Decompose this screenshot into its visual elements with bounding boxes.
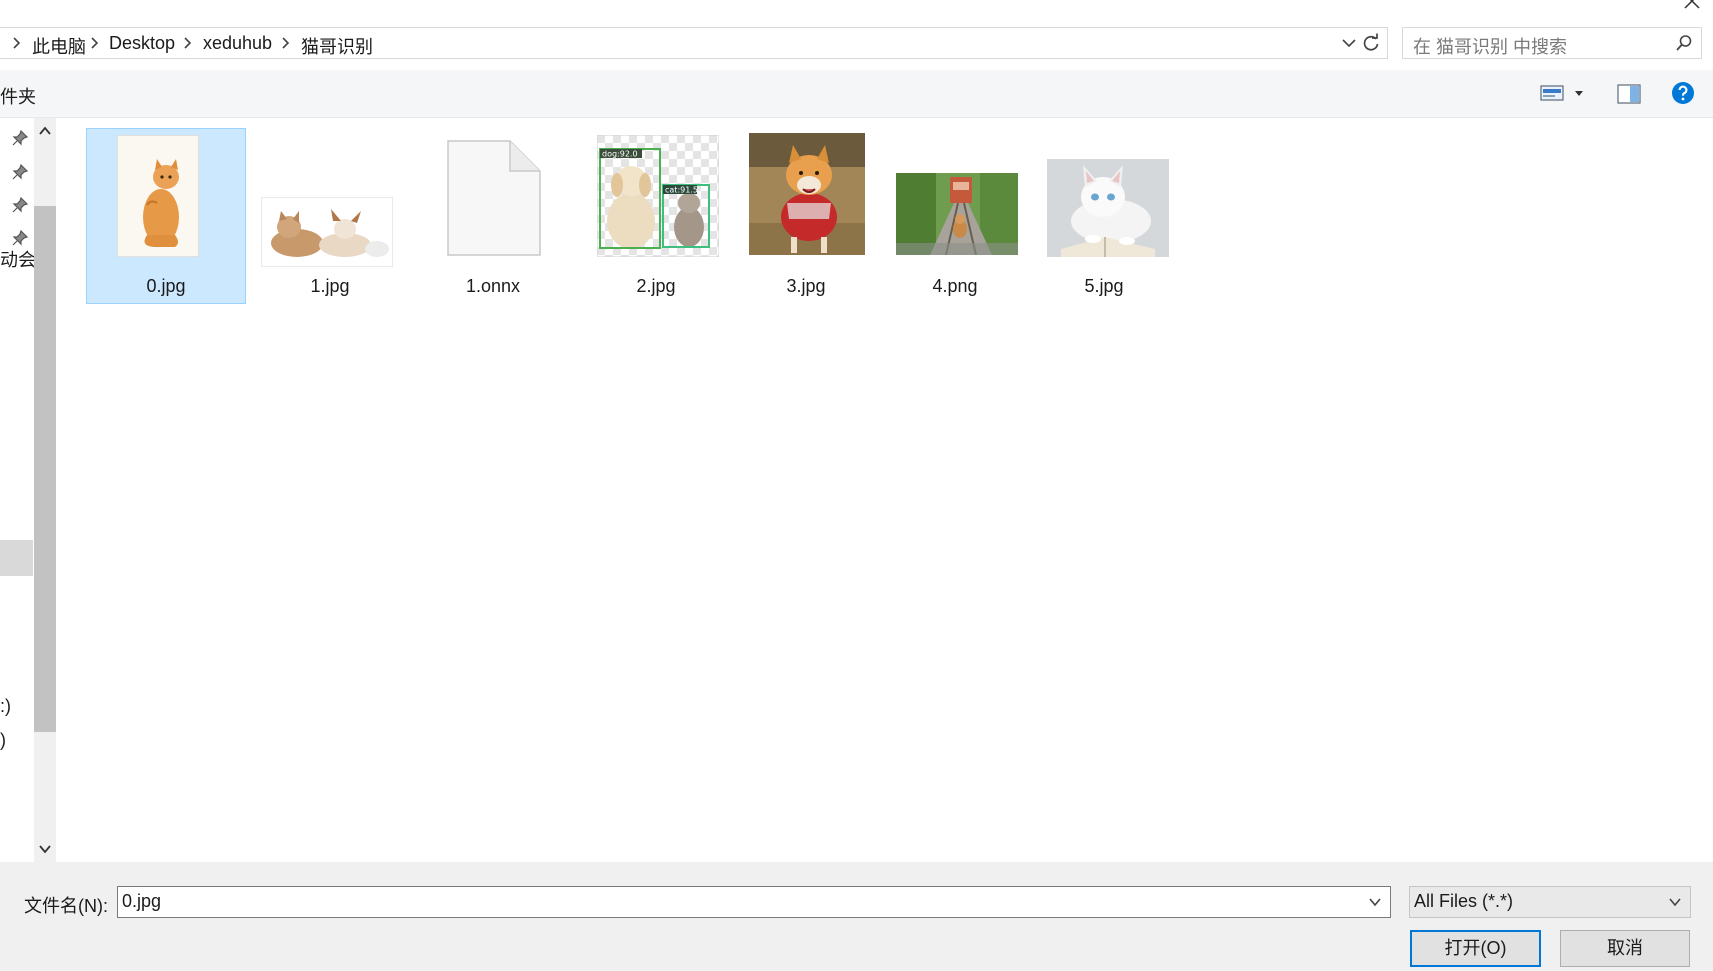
open-button[interactable]: 打开(O) — [1410, 930, 1541, 967]
search-icon[interactable] — [1675, 34, 1693, 52]
thumbnail-image: dog:92.0 cat:91.5 — [597, 135, 719, 257]
chevron-down-icon[interactable] — [1668, 896, 1682, 908]
file-name: 5.jpg — [1084, 276, 1124, 296]
nav-scrollbar[interactable] — [34, 118, 56, 862]
file-item[interactable]: dog:92.0 cat:91.5 2.jpg — [576, 128, 736, 304]
file-name: 3.jpg — [786, 276, 826, 296]
filename-input[interactable]: 0.jpg — [117, 886, 1391, 918]
scroll-up-icon[interactable] — [38, 126, 52, 136]
file-item[interactable]: 4.png — [875, 128, 1035, 304]
breadcrumb-this-pc[interactable]: 此电脑 — [32, 33, 86, 59]
thumbnail-image — [261, 197, 393, 267]
pin-icon[interactable] — [12, 130, 28, 146]
nav-item-partial[interactable]: 动会 — [0, 246, 36, 272]
file-item[interactable]: 3.jpg — [726, 128, 886, 304]
search-placeholder: 在 猫哥识别 中搜索 — [1413, 37, 1568, 57]
file-name: 4.png — [932, 276, 978, 296]
chevron-right-icon[interactable] — [279, 36, 293, 50]
navigation-pane[interactable]: 动会 :) ) — [0, 118, 60, 862]
pin-icon[interactable] — [12, 164, 28, 180]
nav-item-drive[interactable]: ) — [0, 730, 6, 751]
nav-scrollbar-thumb[interactable] — [34, 206, 56, 732]
file-item[interactable]: 0.jpg — [86, 128, 246, 304]
toolbar: 件夹 — [0, 70, 1713, 118]
detection-label-dog: dog:92.0 — [602, 150, 638, 159]
breadcrumb-xeduhub[interactable]: xeduhub — [203, 33, 272, 54]
scroll-down-icon[interactable] — [38, 844, 52, 854]
view-options-icon[interactable] — [1540, 84, 1564, 102]
thumbnail-image — [1047, 159, 1169, 257]
cancel-button[interactable]: 取消 — [1560, 930, 1690, 967]
refresh-icon[interactable] — [1361, 33, 1381, 53]
filetype-value[interactable]: All Files (*.*) — [1414, 891, 1513, 912]
close-icon[interactable] — [1681, 0, 1703, 16]
thumbnail-image — [896, 173, 1018, 255]
thumbnail-image — [117, 135, 199, 257]
help-icon[interactable] — [1671, 81, 1695, 105]
nav-item-drive-c[interactable]: :) — [0, 696, 11, 717]
new-folder-button-label[interactable]: 件夹 — [0, 83, 36, 109]
file-item[interactable]: 5.jpg — [1024, 128, 1184, 304]
file-name: 1.onnx — [465, 276, 521, 296]
thumbnail-image — [749, 133, 865, 255]
preview-pane-icon[interactable] — [1617, 84, 1641, 104]
view-dropdown-icon[interactable] — [1574, 90, 1584, 98]
pin-icon[interactable] — [12, 230, 28, 246]
pin-icon[interactable] — [12, 197, 28, 213]
chevron-right-icon[interactable] — [88, 36, 102, 50]
chevron-right-icon[interactable] — [181, 36, 195, 50]
file-list-view[interactable]: 0.jpg 1.jpg 1.onnx dog:92.0 cat:91.5 2.j… — [60, 118, 1713, 862]
title-strip — [0, 0, 1713, 26]
document-icon — [447, 140, 541, 256]
filetype-select[interactable]: All Files (*.*) — [1409, 886, 1691, 918]
address-bar[interactable]: 此电脑 Desktop xeduhub 猫哥识别 — [0, 27, 1388, 59]
chevron-right-icon[interactable] — [10, 36, 24, 50]
breadcrumb-desktop[interactable]: Desktop — [109, 33, 175, 54]
file-item[interactable]: 1.jpg — [250, 128, 410, 304]
search-box[interactable]: 在 猫哥识别 中搜索 — [1402, 27, 1702, 59]
nav-item-selected[interactable] — [0, 540, 33, 576]
detection-label-cat: cat:91.5 — [665, 186, 698, 195]
dialog-footer: 文件名(N): 0.jpg All Files (*.*) 打开(O) 取消 — [0, 862, 1713, 971]
file-name: 1.jpg — [310, 276, 350, 296]
chevron-down-icon[interactable] — [1341, 35, 1357, 51]
file-name: 0.jpg — [146, 276, 186, 296]
file-name: 2.jpg — [636, 276, 676, 296]
chevron-down-icon[interactable] — [1368, 896, 1382, 908]
filename-label: 文件名(N): — [24, 896, 108, 916]
filename-value[interactable]: 0.jpg — [122, 891, 161, 912]
file-item[interactable]: 1.onnx — [413, 128, 573, 304]
breadcrumb-current-folder[interactable]: 猫哥识别 — [301, 33, 373, 59]
